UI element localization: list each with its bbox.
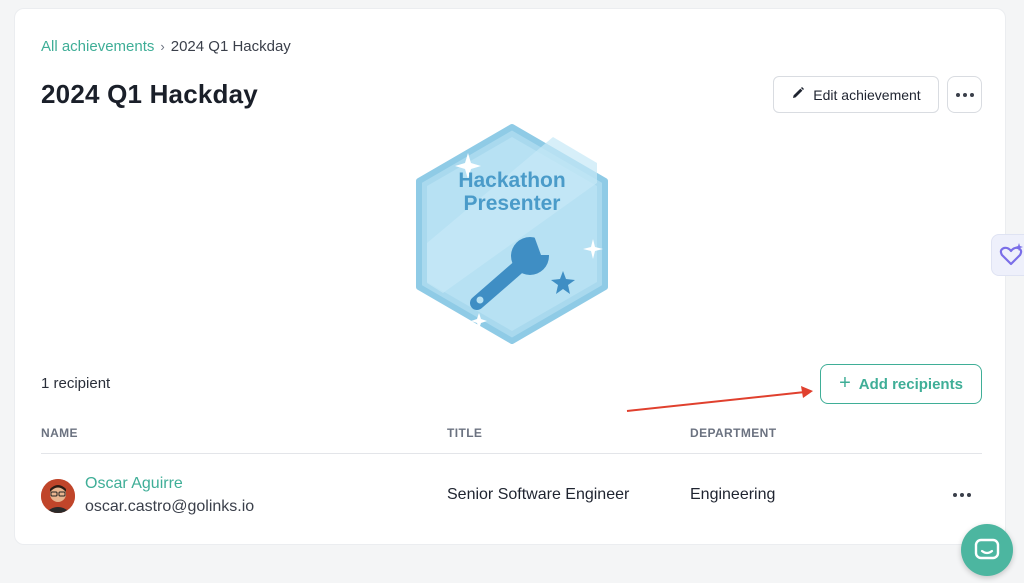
- table-row: Oscar Aguirre oscar.castro@golinks.io Se…: [41, 455, 982, 535]
- sparkle-heart-icon: [999, 243, 1023, 266]
- avatar: [41, 479, 75, 513]
- row-more-options-button[interactable]: [953, 493, 971, 497]
- more-options-button[interactable]: [947, 76, 982, 113]
- achievement-card: All achievements › 2024 Q1 Hackday 2024 …: [14, 8, 1006, 545]
- recipient-title: Senior Software Engineer: [447, 486, 630, 503]
- chat-launcher-button[interactable]: [961, 524, 1013, 576]
- chat-icon: [974, 538, 1000, 560]
- badge-label-line1: Hackathon: [458, 169, 566, 192]
- add-recipients-button[interactable]: + Add recipients: [820, 364, 982, 404]
- table-header: NAME TITLE DEPARTMENT: [41, 426, 982, 454]
- achievement-badge: Hackathon Presenter: [413, 123, 611, 345]
- ellipsis-icon: [955, 92, 974, 97]
- breadcrumb-current: 2024 Q1 Hackday: [170, 38, 291, 55]
- pencil-icon: [791, 86, 805, 103]
- plus-icon: +: [839, 372, 851, 394]
- assistant-side-tab[interactable]: [991, 234, 1024, 276]
- column-header-name: NAME: [41, 426, 78, 440]
- column-header-department: DEPARTMENT: [690, 426, 777, 440]
- annotation-arrow-icon: [626, 386, 813, 412]
- column-header-title: TITLE: [447, 426, 483, 440]
- edit-achievement-label: Edit achievement: [813, 86, 921, 103]
- badge-label-line2: Presenter: [463, 192, 561, 215]
- recipient-count: 1 recipient: [41, 375, 111, 392]
- breadcrumb-link-all-achievements[interactable]: All achievements: [41, 38, 154, 55]
- recipient-department: Engineering: [690, 486, 776, 503]
- edit-achievement-button[interactable]: Edit achievement: [773, 76, 939, 113]
- recipient-email: oscar.castro@golinks.io: [85, 498, 255, 515]
- badge-hexagon-icon: [416, 124, 608, 344]
- recipient-name-link[interactable]: Oscar Aguirre: [85, 475, 183, 493]
- page-title: 2024 Q1 Hackday: [41, 79, 258, 109]
- add-recipients-label: Add recipients: [858, 375, 963, 393]
- breadcrumb-separator: ›: [160, 39, 165, 54]
- breadcrumb: All achievements › 2024 Q1 Hackday: [41, 38, 291, 55]
- badge-label: Hackathon Presenter: [413, 169, 611, 215]
